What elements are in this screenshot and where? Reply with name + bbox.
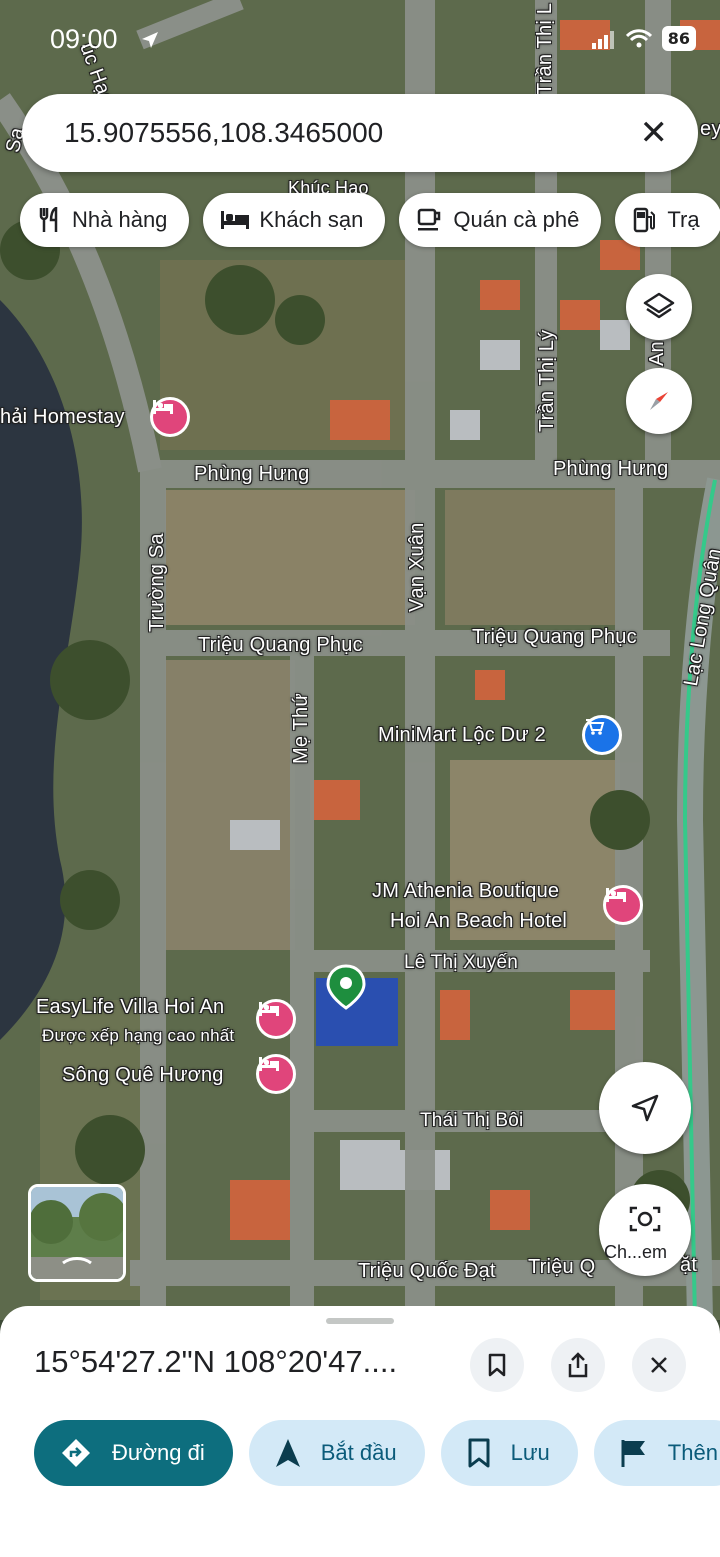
save-label: Lưu <box>510 1440 550 1465</box>
street-view-thumbnail[interactable] <box>28 1184 126 1282</box>
add-label-button[interactable]: Thên <box>593 1420 720 1486</box>
camera-lens-icon <box>629 1206 661 1232</box>
chip-label: Quán cà phê <box>453 207 580 232</box>
poi-hotel-pin-homestay[interactable] <box>150 397 190 437</box>
street-label-trieu-quang-phuc-right: Triệu Quang Phục <box>472 626 637 648</box>
place-sheet: 15°54'27.2"N 108°20'47.... Đường đi Bắt … <box>0 1306 720 1557</box>
coordinates-title: 15°54'27.2"N 108°20'47.... <box>34 1344 398 1379</box>
compass-button[interactable] <box>626 368 692 434</box>
cart-icon <box>586 719 605 735</box>
poi-label-song-que-huong[interactable]: Sông Quê Hương <box>62 1064 224 1087</box>
poi-label-jm-athenia-line2[interactable]: Hoi An Beach Hotel <box>390 910 567 933</box>
status-time: 09:00 <box>50 24 118 54</box>
close-icon <box>651 1357 667 1373</box>
street-label-phung-hung-right: Phùng Hưng <box>553 458 669 480</box>
chip-gas-station[interactable]: Trạ <box>615 193 720 247</box>
directions-icon <box>62 1439 90 1467</box>
start-button[interactable]: Bắt đầu <box>248 1420 425 1486</box>
location-arrow-icon <box>142 32 158 48</box>
bed-icon <box>259 1002 279 1016</box>
search-input[interactable] <box>62 116 640 150</box>
navigation-arrow-icon <box>275 1439 300 1467</box>
poi-label-jm-athenia-line1[interactable]: JM Athenia Boutique <box>372 880 559 903</box>
chip-label: Trạ <box>667 207 700 232</box>
restaurant-icon <box>39 207 58 232</box>
chip-restaurants[interactable]: Nhà hàng <box>20 193 190 247</box>
street-label-right-edge-top: ey <box>700 118 720 140</box>
signal-icon <box>591 30 614 49</box>
navigation-arrow-icon <box>631 1094 659 1122</box>
street-label-trieu-quang-phuc-left: Triệu Quang Phục <box>198 634 363 656</box>
bookmark-icon <box>468 1438 490 1468</box>
battery-indicator: 86 <box>661 26 696 51</box>
clear-search-icon[interactable]: ✕ <box>640 113 669 153</box>
street-label-right-edge-mid: An <box>646 341 668 366</box>
search-bar[interactable]: ✕ <box>22 94 698 172</box>
action-buttons: Đường đi Bắt đầu Lưu Thên <box>34 1420 720 1486</box>
poi-label-homestay[interactable]: hải Homestay <box>0 406 125 429</box>
compass-icon <box>650 392 668 410</box>
gas-station-icon <box>634 207 656 233</box>
poi-label-minimart[interactable]: MiniMart Lộc Dư 2 <box>378 724 546 747</box>
share-icon <box>568 1352 588 1378</box>
poi-hotel-pin-jm-athenia[interactable] <box>603 885 643 925</box>
layers-icon <box>643 292 675 319</box>
street-label-me-thu: Mẹ Thứ <box>290 693 312 764</box>
save-button[interactable]: Lưu <box>440 1420 578 1486</box>
chip-label: Khách sạn <box>259 207 364 232</box>
wifi-icon <box>625 28 652 47</box>
location-pin-icon[interactable] <box>326 964 366 1010</box>
street-label-le-thi-xuyen: Lê Thị Xuyến <box>404 952 519 973</box>
share-button[interactable] <box>551 1338 605 1392</box>
directions-label: Đường đi <box>112 1440 205 1465</box>
street-label-trieu-quoc-right: Triệu Q <box>528 1256 596 1278</box>
street-label-thai-thi-boi: Thái Thị Bôi <box>420 1110 524 1131</box>
add-label-label: Thên <box>667 1440 718 1465</box>
start-label: Bắt đầu <box>320 1440 397 1465</box>
close-sheet-button[interactable] <box>632 1338 686 1392</box>
poi-label-easylife[interactable]: EasyLife Villa Hoi An <box>36 996 224 1019</box>
street-label-truong-sa: Trường Sa <box>146 533 168 632</box>
street-label-trieu-quoc-dat: Triệu Quốc Đạt <box>358 1260 496 1282</box>
street-label-phung-hung-left: Phùng Hưng <box>194 463 310 485</box>
category-chips: Nhà hàng Khách sạn Quán cà phê Trạ <box>20 193 720 247</box>
bed-icon <box>153 400 173 414</box>
layers-button[interactable] <box>626 274 692 340</box>
flag-icon <box>621 1440 645 1467</box>
my-location-button[interactable] <box>599 1062 691 1154</box>
poi-hotel-pin-easylife[interactable] <box>256 999 296 1039</box>
poi-hotel-pin-song-que-huong[interactable] <box>256 1054 296 1094</box>
street-label-tran-thi-ly-top: Trần Thị L <box>534 2 556 95</box>
directions-button[interactable]: Đường đi <box>34 1420 233 1486</box>
bed-icon <box>606 888 626 902</box>
status-right: 86 <box>591 26 696 51</box>
street-label-tran-thi-ly: Trần Thị Lý <box>536 329 558 432</box>
street-label-right-edge-bottom: ặt <box>680 1254 698 1276</box>
chip-label: Nhà hàng <box>72 207 168 232</box>
drag-handle[interactable] <box>326 1318 394 1324</box>
save-icon-button[interactable] <box>470 1338 524 1392</box>
poi-label-easylife-rating: Được xếp hạng cao nhất <box>42 1026 235 1045</box>
lens-label: Ch...em <box>604 1242 668 1262</box>
street-view-image <box>31 1187 123 1279</box>
coffee-icon <box>418 208 441 231</box>
street-label-van-xuan: Vạn Xuân <box>406 522 428 612</box>
chip-hotels[interactable]: Khách sạn <box>203 193 386 247</box>
hotel-icon <box>221 211 250 229</box>
bed-icon <box>259 1057 279 1071</box>
chip-coffee[interactable]: Quán cà phê <box>399 193 602 247</box>
bookmark-icon <box>488 1353 506 1377</box>
poi-shop-pin-minimart[interactable] <box>582 715 622 755</box>
